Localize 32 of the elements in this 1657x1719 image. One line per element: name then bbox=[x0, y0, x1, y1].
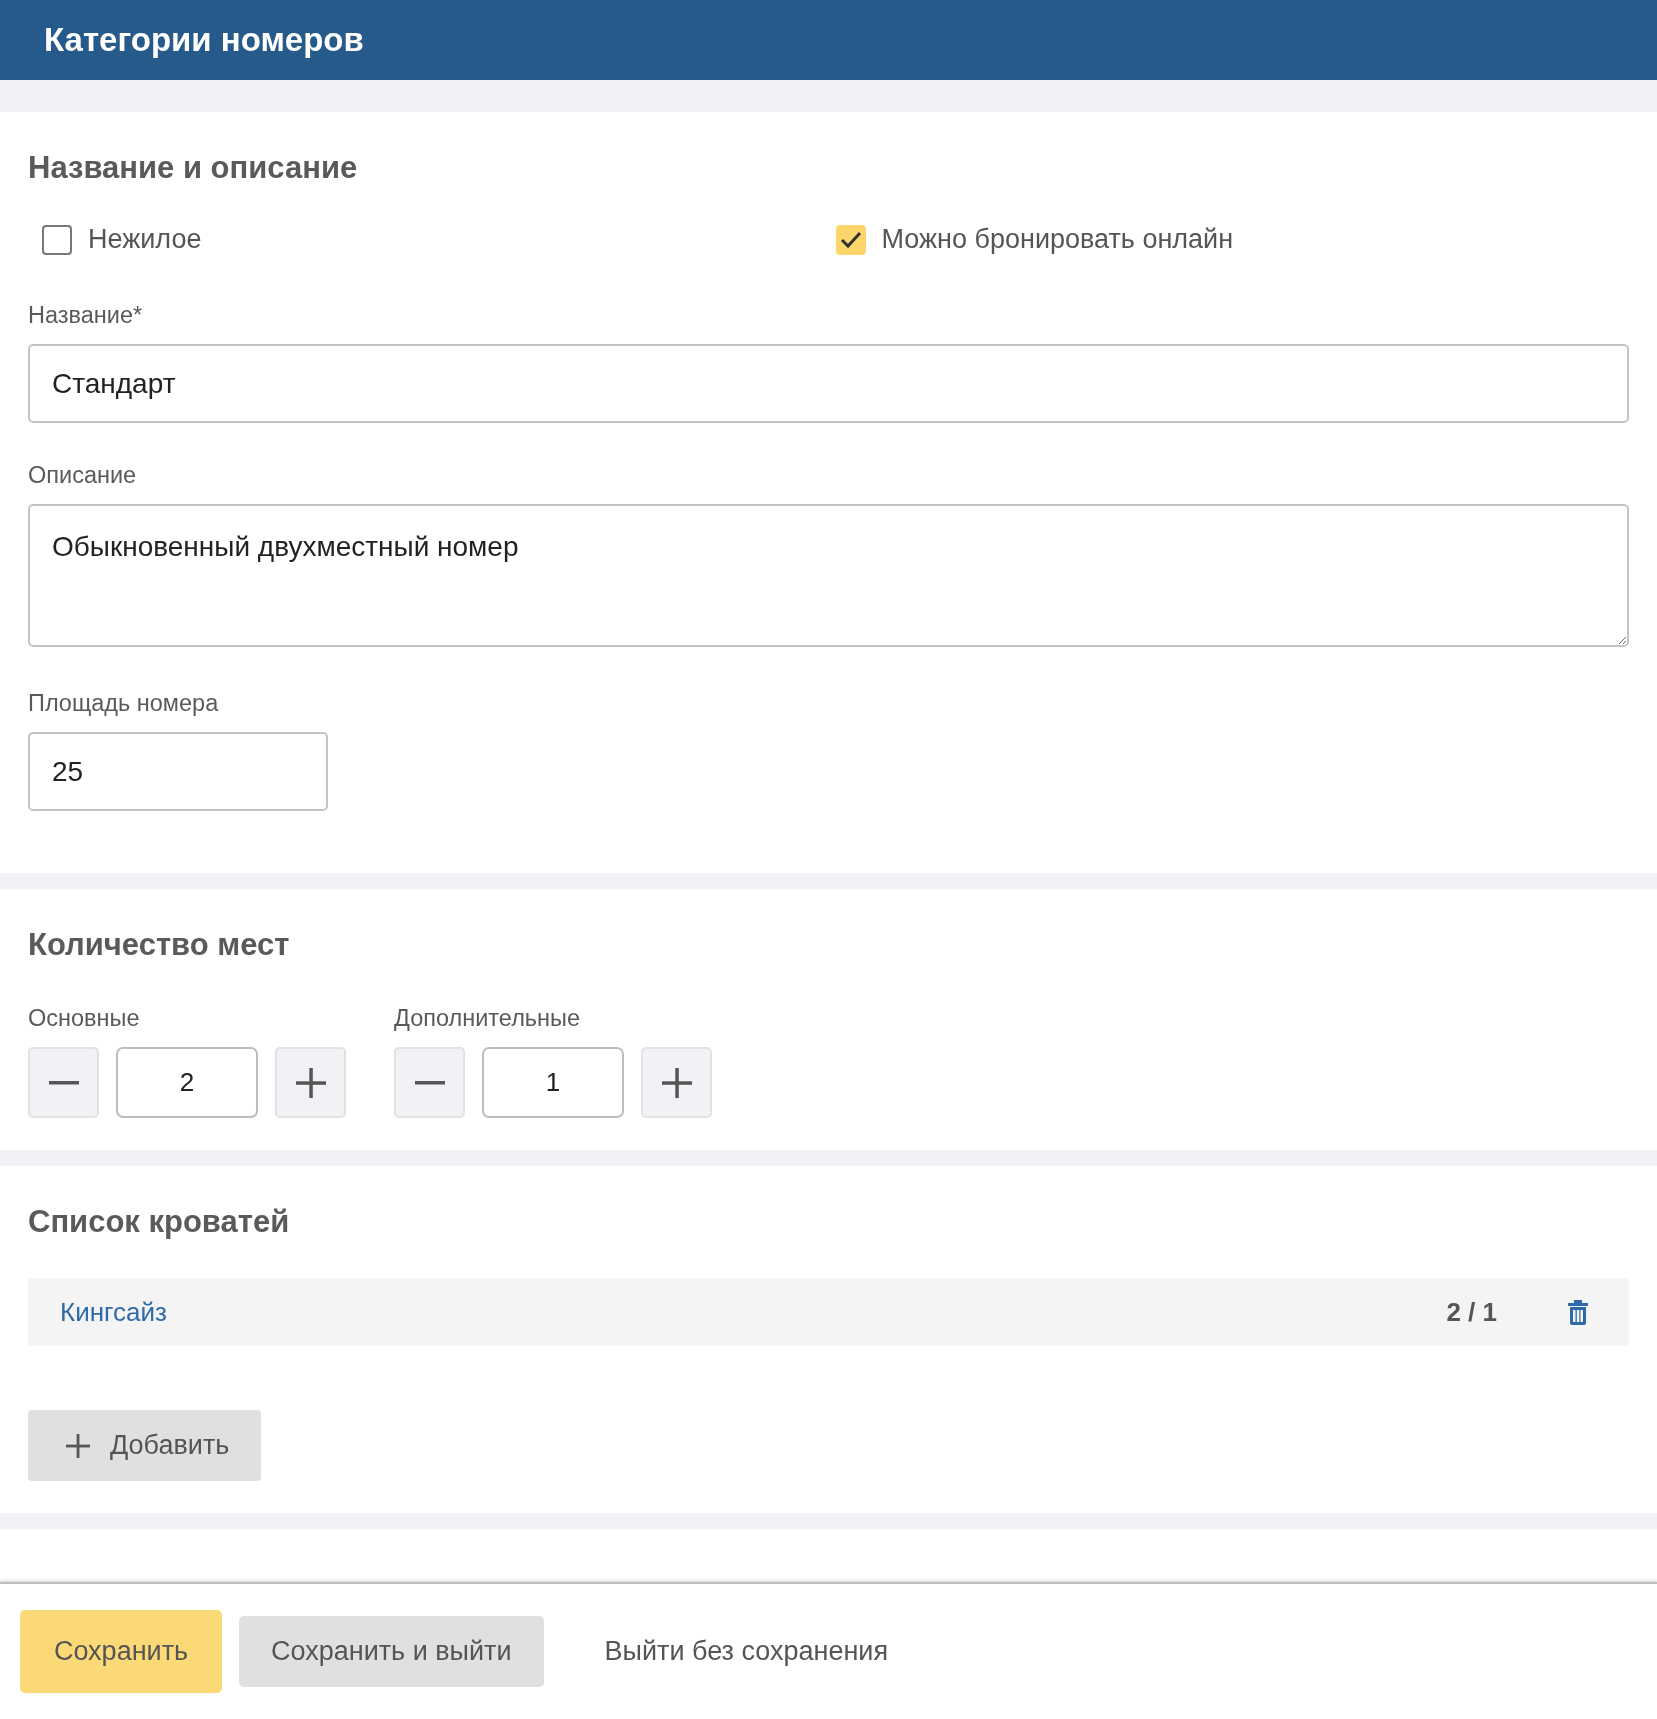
add-button[interactable]: Добавить bbox=[28, 1410, 262, 1481]
field-label: Площадь номера bbox=[28, 691, 219, 715]
plus-icon bbox=[661, 1067, 692, 1098]
section-heading: Название и описание bbox=[28, 149, 358, 187]
minus-icon bbox=[414, 1080, 445, 1085]
page-title: Категории номеров bbox=[44, 21, 364, 59]
checkbox-label: Нежилое bbox=[88, 224, 202, 255]
field-label: Дополнительные bbox=[394, 1006, 581, 1030]
checkbox-label: Можно бронировать онлайн bbox=[881, 224, 1234, 255]
description-field[interactable]: Обыкновенный двухместный номер bbox=[28, 504, 1629, 647]
count-field[interactable]: 1 bbox=[482, 1047, 624, 1118]
name-field[interactable]: Стандарт bbox=[28, 344, 1629, 423]
field-label: Основные bbox=[28, 1006, 140, 1030]
checkbox[interactable] bbox=[42, 224, 72, 255]
minus-icon bbox=[48, 1080, 79, 1085]
places-count: 2 / 1 bbox=[1446, 1296, 1497, 1328]
bed-link[interactable]: Кингсайз bbox=[60, 1296, 167, 1328]
plus-icon bbox=[295, 1067, 326, 1098]
count-field[interactable]: 2 bbox=[116, 1047, 258, 1118]
check-icon bbox=[839, 230, 862, 249]
section-heading: Количество мест bbox=[28, 926, 290, 964]
area-field[interactable]: 25 bbox=[28, 732, 328, 811]
plus-icon bbox=[66, 1433, 90, 1458]
increment-button[interactable] bbox=[275, 1047, 346, 1118]
exit-button[interactable]: Выйти без сохранения bbox=[572, 1636, 921, 1667]
save-button[interactable]: Сохранить bbox=[20, 1610, 222, 1693]
field-label: Название* bbox=[28, 303, 143, 327]
increment-button[interactable] bbox=[641, 1047, 712, 1118]
save-exit-button[interactable]: Сохранить и выйти bbox=[239, 1616, 544, 1687]
section-heading: Список кроватей bbox=[28, 1203, 290, 1241]
trash-icon[interactable] bbox=[1567, 1299, 1589, 1325]
field-label: Описание bbox=[28, 463, 137, 487]
